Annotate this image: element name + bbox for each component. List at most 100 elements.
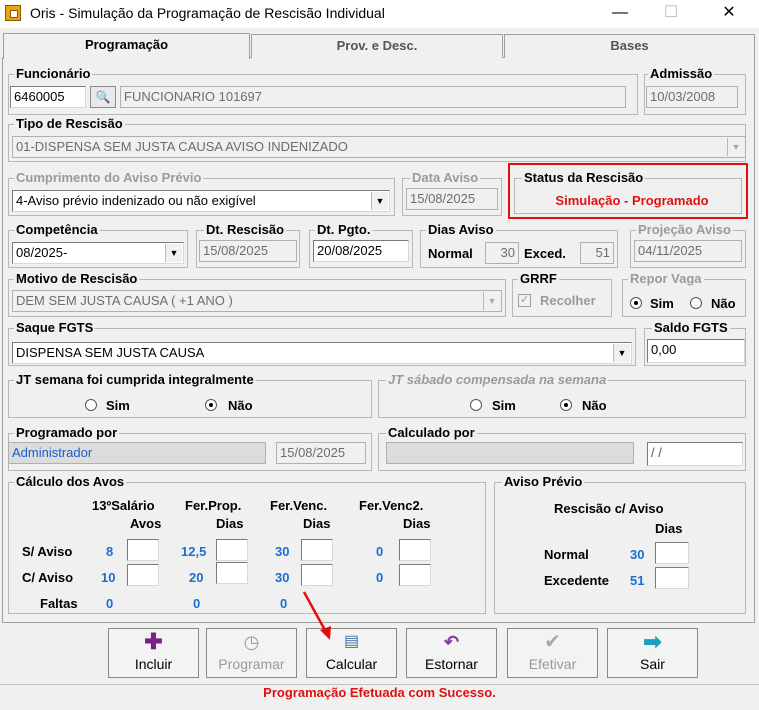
avos-value: 0 bbox=[280, 596, 288, 611]
programar-button[interactable]: ◷ Programar bbox=[206, 628, 297, 678]
avos-input[interactable] bbox=[399, 564, 431, 586]
repor-vaga-sim-radio[interactable] bbox=[630, 297, 642, 309]
avos-value: 10 bbox=[101, 570, 116, 585]
dias-aviso-exced-field: 51 bbox=[580, 242, 614, 264]
saldo-fgts-input[interactable]: 0,00 bbox=[647, 339, 745, 363]
aviso-previo-header2: Dias bbox=[655, 521, 683, 536]
dias-aviso-normal-label: Normal bbox=[428, 246, 473, 261]
tab-bases[interactable]: Bases bbox=[504, 34, 755, 58]
grrf-recolher-checkbox[interactable]: ✓ bbox=[518, 294, 531, 307]
avos-header-13-line2: Avos bbox=[130, 516, 162, 531]
jt-sabado-nao-label: Não bbox=[582, 398, 607, 413]
avos-input[interactable] bbox=[216, 562, 248, 584]
grrf-label: GRRF bbox=[518, 271, 559, 286]
motivo-value: DEM SEM JUSTA CAUSA ( +1 ANO ) bbox=[16, 293, 233, 308]
jt-sabado-label: JT sábado compensada na semana bbox=[386, 372, 609, 387]
plus-icon: ✚ bbox=[144, 629, 163, 654]
calculado-por-label: Calculado por bbox=[386, 425, 477, 440]
motivo-select[interactable]: DEM SEM JUSTA CAUSA ( +1 ANO ) ▼ bbox=[12, 290, 502, 312]
aviso-previo-label: Aviso Prévio bbox=[502, 474, 585, 489]
app-icon bbox=[5, 5, 21, 21]
jt-sabado-sim-label: Sim bbox=[492, 398, 516, 413]
tipo-rescisao-select[interactable]: 01-DISPENSA SEM JUSTA CAUSA AVISO INDENI… bbox=[12, 136, 746, 158]
exit-arrow-icon: ➡ bbox=[643, 629, 662, 654]
maximize-button[interactable]: ☐ bbox=[648, 0, 694, 28]
competencia-select[interactable]: 08/2025- ▼ bbox=[12, 242, 184, 264]
funcionario-name-field: FUNCIONARIO 101697 bbox=[120, 86, 626, 108]
avos-header-ferprop-line1: Fer.Prop. bbox=[185, 498, 242, 513]
dias-aviso-exced-label: Exced. bbox=[524, 246, 566, 261]
avos-value: 12,5 bbox=[181, 544, 207, 559]
check-icon: ✔ bbox=[544, 631, 561, 653]
motivo-label: Motivo de Rescisão bbox=[14, 271, 140, 286]
dt-pgto-label: Dt. Pgto. bbox=[315, 222, 373, 237]
cumprimento-value: 4-Aviso prévio indenizado ou não exigíve… bbox=[16, 193, 256, 208]
sair-button[interactable]: ➡ Sair bbox=[607, 628, 698, 678]
dt-rescisao-field: 15/08/2025 bbox=[199, 240, 297, 262]
title-bar: Oris - Simulação da Programação de Resci… bbox=[0, 0, 759, 28]
avos-input[interactable] bbox=[399, 539, 431, 561]
dias-aviso-normal-field: 30 bbox=[485, 242, 519, 264]
jt-semana-nao-label: Não bbox=[228, 398, 253, 413]
jt-semana-label: JT semana foi cumprida integralmente bbox=[14, 372, 256, 387]
search-icon: 🔍 bbox=[95, 90, 111, 104]
funcionario-label: Funcionário bbox=[14, 66, 93, 81]
aviso-previo-input[interactable] bbox=[655, 542, 689, 564]
status-rescisao-value: Simulação - Programado bbox=[555, 193, 709, 208]
avos-row-label: S/ Aviso bbox=[22, 544, 73, 559]
tab-prov-desc[interactable]: Prov. e Desc. bbox=[251, 34, 503, 58]
projecao-aviso-field: 04/11/2025 bbox=[634, 240, 742, 262]
search-employee-button[interactable]: 🔍 bbox=[90, 86, 116, 108]
aviso-previo-row-label: Normal bbox=[544, 547, 589, 562]
jt-sabado-sim-radio[interactable] bbox=[470, 399, 482, 411]
avos-value: 0 bbox=[376, 570, 384, 585]
repor-vaga-nao-radio[interactable] bbox=[690, 297, 702, 309]
avos-header-fervenc2-line2: Dias bbox=[403, 516, 431, 531]
saldo-fgts-label: Saldo FGTS bbox=[652, 320, 730, 335]
avos-input[interactable] bbox=[127, 564, 159, 586]
aviso-previo-input[interactable] bbox=[655, 567, 689, 589]
chevron-down-icon: ▼ bbox=[165, 244, 182, 262]
cumprimento-label: Cumprimento do Aviso Prévio bbox=[14, 170, 204, 185]
avos-row-label: C/ Aviso bbox=[22, 570, 74, 585]
aviso-previo-value: 51 bbox=[630, 573, 645, 588]
status-rescisao-label: Status da Rescisão bbox=[522, 170, 646, 185]
avos-input[interactable] bbox=[301, 564, 333, 586]
avos-value: 30 bbox=[275, 570, 290, 585]
dias-aviso-label: Dias Aviso bbox=[426, 222, 496, 237]
undo-arrow-icon: ↶ bbox=[443, 632, 460, 652]
clock-icon: ◷ bbox=[243, 632, 260, 652]
saque-fgts-label: Saque FGTS bbox=[14, 320, 96, 335]
tab-programacao[interactable]: Programação bbox=[3, 33, 250, 59]
aviso-previo-row-label: Excedente bbox=[544, 573, 610, 588]
avos-input[interactable] bbox=[301, 539, 333, 561]
saque-fgts-select[interactable]: DISPENSA SEM JUSTA CAUSA ▼ bbox=[12, 342, 632, 364]
grrf-recolher-label: Recolher bbox=[540, 293, 596, 308]
avos-input[interactable] bbox=[216, 539, 248, 561]
avos-header-fervenc2-line1: Fer.Venc2. bbox=[359, 498, 424, 513]
programado-por-label: Programado por bbox=[14, 425, 120, 440]
jt-semana-sim-radio[interactable] bbox=[85, 399, 97, 411]
avos-input[interactable] bbox=[127, 539, 159, 561]
window-title: Oris - Simulação da Programação de Resci… bbox=[30, 5, 385, 21]
jt-semana-nao-radio[interactable] bbox=[205, 399, 217, 411]
estornar-button[interactable]: ↶ Estornar bbox=[406, 628, 497, 678]
avos-value: 30 bbox=[275, 544, 290, 559]
competencia-value: 08/2025- bbox=[16, 245, 68, 260]
efetivar-button[interactable]: ✔ Efetivar bbox=[507, 628, 598, 678]
calculado-por-user-field bbox=[386, 442, 634, 464]
annotation-arrow bbox=[302, 591, 331, 640]
repor-vaga-sim-label: Sim bbox=[650, 296, 674, 311]
avos-header-ferprop-line2: Dias bbox=[216, 516, 244, 531]
chevron-down-icon: ▼ bbox=[483, 292, 500, 310]
minimize-button[interactable]: — bbox=[597, 0, 643, 28]
dt-pgto-input[interactable]: 20/08/2025 bbox=[313, 240, 409, 262]
incluir-button[interactable]: ✚ Incluir bbox=[108, 628, 199, 678]
aviso-previo-value: 30 bbox=[630, 547, 645, 562]
tipo-rescisao-value: 01-DISPENSA SEM JUSTA CAUSA AVISO INDENI… bbox=[16, 139, 348, 154]
jt-sabado-nao-radio[interactable] bbox=[560, 399, 572, 411]
close-button[interactable]: ✕ bbox=[706, 0, 752, 28]
cumprimento-select[interactable]: 4-Aviso prévio indenizado ou não exigíve… bbox=[12, 190, 390, 212]
funcionario-code-input[interactable]: 6460005 bbox=[10, 86, 86, 108]
dt-rescisao-label: Dt. Rescisão bbox=[204, 222, 287, 237]
